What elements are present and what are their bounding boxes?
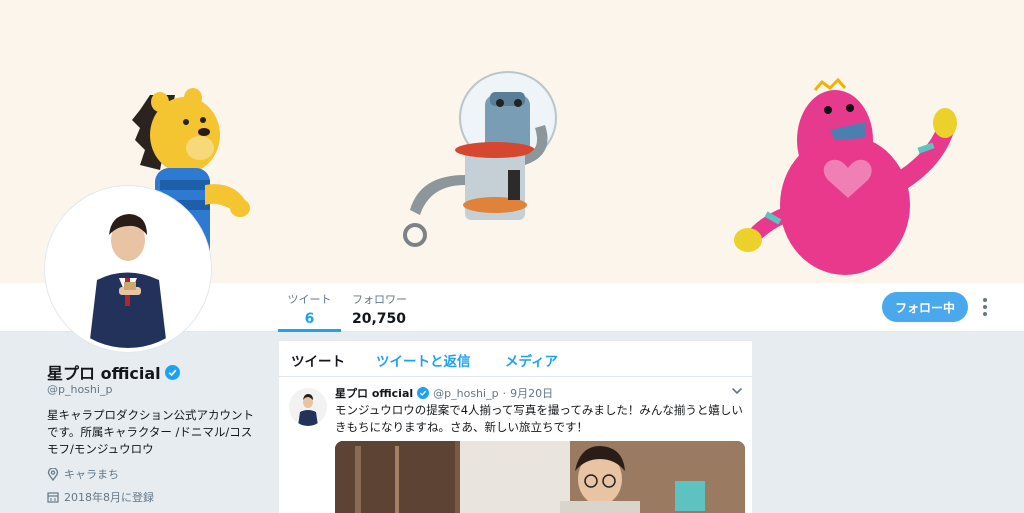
profile-name: 星プロ official <box>47 360 180 384</box>
more-vertical-icon[interactable] <box>978 296 992 318</box>
stat-followers-count: 20,750 <box>352 311 407 327</box>
avatar-photo <box>49 190 207 348</box>
stat-followers-label: フォロワー <box>352 293 407 306</box>
chevron-down-icon[interactable] <box>731 386 743 396</box>
location-pin-icon <box>47 467 59 481</box>
profile-bio: 星キャラプロダクション公式アカウントです。所属キャラクター /ドニマル/コスモフ… <box>47 408 254 456</box>
tweet-author-handle[interactable]: @p_hoshi_p <box>433 387 498 400</box>
tweet-author-name[interactable]: 星プロ official <box>335 385 413 401</box>
stat-tweets-label: ツイート <box>287 293 332 306</box>
pink-monster-character <box>734 77 957 275</box>
tweet-text: モンジュウロウの提案で4人揃って写真を撮ってみました！みんな揃うと嬉しいきもちに… <box>335 403 743 434</box>
profile-location: キャラまち <box>47 466 119 482</box>
timeline-tabs: ツイート ツイートと返信 メディア <box>279 341 752 377</box>
following-button[interactable]: フォロー中 <box>882 292 968 322</box>
stat-tweets[interactable]: ツイート 6 <box>278 283 341 332</box>
tab-tweets[interactable]: ツイート <box>291 350 345 370</box>
profile-avatar[interactable] <box>45 186 211 352</box>
tweet-item[interactable]: 星プロ official @p_hoshi_p · 9月20日 モンジュウロウの… <box>279 378 752 513</box>
timeline: ツイート ツイートと返信 メディア 星プロ official @p_hoshi_… <box>279 341 752 513</box>
tab-media[interactable]: メディア <box>505 350 558 370</box>
profile-location-text: キャラまち <box>64 468 119 481</box>
tweet-header: 星プロ official @p_hoshi_p · 9月20日 <box>335 385 553 401</box>
verified-badge-icon <box>164 364 180 380</box>
profile-name-text: 星プロ official <box>47 364 161 383</box>
tweet-avatar[interactable] <box>289 388 327 426</box>
tweet-separator: · <box>502 386 507 400</box>
profile-handle: @p_hoshi_p <box>47 383 113 396</box>
calendar-icon <box>47 492 59 503</box>
profile-joined-text: 2018年8月に登録 <box>64 491 154 504</box>
robot-character <box>403 71 557 247</box>
tweet-photo[interactable] <box>335 441 745 513</box>
profile-joined: 2018年8月に登録 <box>47 489 154 505</box>
tab-tweets-and-replies[interactable]: ツイートと返信 <box>376 350 471 370</box>
tweet-date[interactable]: 9月20日 <box>510 385 553 401</box>
stat-followers[interactable]: フォロワー 20,750 <box>352 291 407 327</box>
verified-badge-icon <box>417 387 430 399</box>
stat-tweets-count: 6 <box>304 311 315 327</box>
